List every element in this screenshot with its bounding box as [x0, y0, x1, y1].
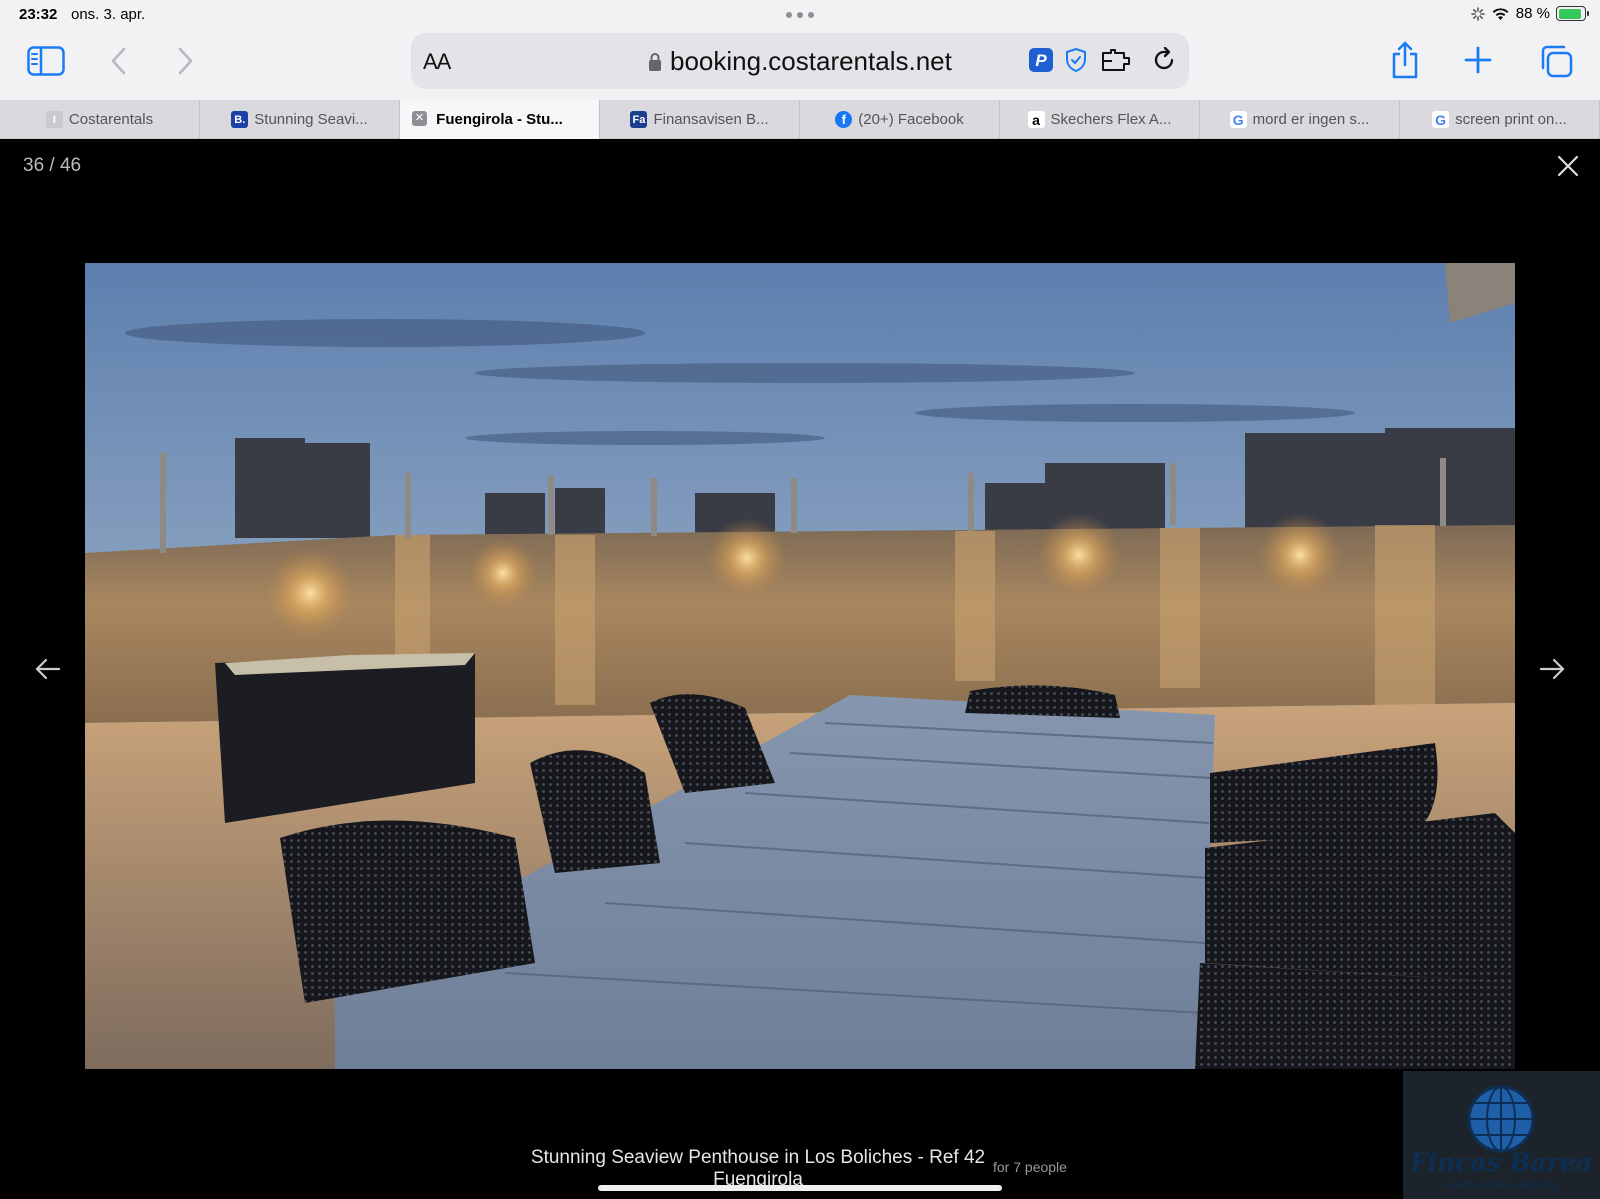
google-favicon-icon: G — [1229, 111, 1247, 128]
tab-label: Skechers Flex A... — [1050, 111, 1172, 128]
reader-button[interactable]: AA — [423, 49, 451, 75]
tab-label: Fuengirola - Stu... — [436, 111, 563, 128]
arrow-left-icon[interactable] — [33, 654, 63, 684]
tab-fuengirola[interactable]: ✕ Fuengirola - Stu... — [400, 100, 600, 139]
booking-favicon-icon: B. — [231, 111, 249, 128]
battery-icon — [1556, 6, 1589, 21]
extension-icon[interactable] — [1099, 47, 1133, 73]
fincas-barea-logo: Fincas Barea Fincas Barea Gestión Inmobi… — [1403, 1071, 1600, 1199]
tab-label: screen print on... — [1455, 111, 1567, 128]
logo-tagline: Gestión Inmobiliaria — [1444, 1179, 1558, 1192]
svg-text:P: P — [1035, 51, 1047, 70]
facebook-favicon-icon: f — [835, 111, 853, 128]
arrow-right-icon[interactable] — [1537, 654, 1567, 684]
status-time: 23:32 — [19, 6, 58, 23]
back-icon[interactable] — [104, 44, 134, 78]
paypal-icon[interactable]: P — [1028, 47, 1054, 73]
shield-icon[interactable] — [1063, 47, 1089, 73]
reload-icon[interactable] — [1151, 47, 1177, 73]
multitasking-dots-icon[interactable] — [786, 12, 814, 18]
tab-google-screen-print[interactable]: G screen print on... — [1400, 100, 1600, 139]
tab-label: Stunning Seavi... — [254, 111, 368, 128]
url-display[interactable]: booking.costarentals.net — [648, 46, 952, 77]
photo-counter: 36 / 46 — [23, 155, 82, 176]
tab-costarentals[interactable]: I Costarentals — [0, 100, 200, 139]
tab-facebook[interactable]: f (20+) Facebook — [800, 100, 1000, 139]
tab-label: mord er ingen s... — [1252, 111, 1370, 128]
finansavisen-favicon-icon: Fa — [630, 111, 648, 128]
sidebar-icon[interactable] — [26, 44, 66, 78]
forward-icon[interactable] — [170, 44, 200, 78]
amazon-favicon-icon: a — [1027, 111, 1045, 128]
browser-toolbar: AA booking.costarentals.net P — [0, 30, 1600, 100]
url-text: booking.costarentals.net — [670, 46, 952, 76]
tab-stunning-seaview[interactable]: B. Stunning Seavi... — [200, 100, 400, 139]
home-indicator[interactable] — [598, 1185, 1002, 1191]
tab-bar: I Costarentals B. Stunning Seavi... ✕ Fu… — [0, 100, 1600, 139]
battery-percent: 88 % — [1515, 5, 1550, 22]
status-date: ons. 3. apr. — [71, 6, 146, 23]
wifi-icon — [1492, 7, 1509, 20]
tabs-icon[interactable] — [1538, 43, 1574, 79]
terrace-photo — [85, 263, 1515, 1069]
loading-icon — [1470, 6, 1485, 21]
close-tab-icon[interactable]: ✕ — [412, 111, 427, 126]
status-right: 88 % — [1470, 5, 1589, 22]
tab-label: (20+) Facebook — [858, 111, 964, 128]
costarentals-favicon-icon: I — [45, 111, 63, 128]
tab-label: Costarentals — [68, 111, 154, 128]
plus-icon[interactable] — [1462, 44, 1494, 76]
status-bar: 23:32 ons. 3. apr. 88 % — [0, 0, 1600, 30]
address-bar[interactable]: AA booking.costarentals.net P — [411, 33, 1189, 89]
lock-icon — [649, 52, 661, 71]
google-favicon-icon: G — [1432, 111, 1450, 128]
tab-google-mord[interactable]: G mord er ingen s... — [1200, 100, 1400, 139]
photo-lightbox: 36 / 46 Stunning Seaview Penthouse in Lo… — [0, 139, 1600, 1199]
logo-wordmark: Fincas Barea — [1409, 1148, 1592, 1177]
tab-skechers[interactable]: a Skechers Flex A... — [1000, 100, 1200, 139]
close-icon[interactable] — [1554, 152, 1582, 180]
share-icon[interactable] — [1388, 38, 1422, 82]
tab-finansavisen[interactable]: Fa Finansavisen B... — [600, 100, 800, 139]
tab-label: Finansavisen B... — [653, 111, 769, 128]
photo-caption-sub: for 7 people — [993, 1159, 1067, 1175]
